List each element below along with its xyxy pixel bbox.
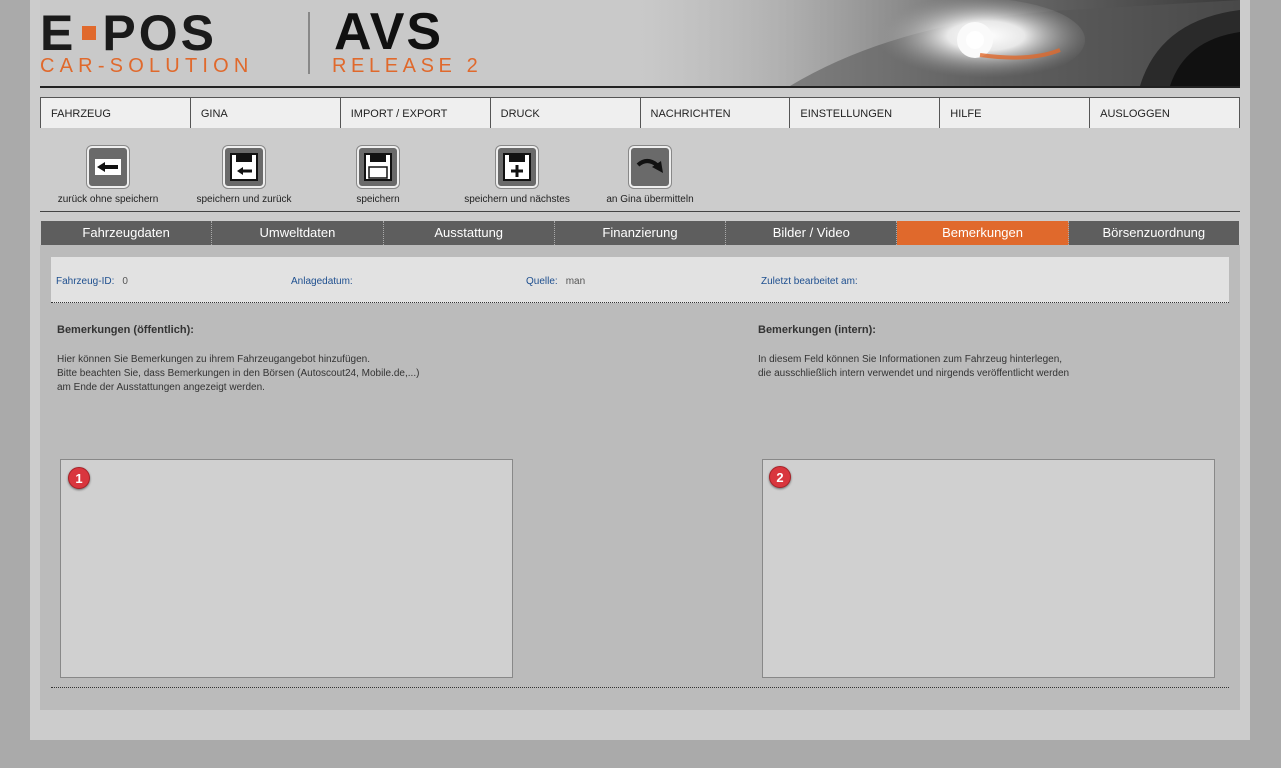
logo-subtitle-left: CAR-SOLUTION — [40, 55, 254, 77]
last-edited-info: Zuletzt bearbeitet am: — [761, 276, 858, 287]
back-without-save-button[interactable]: zurück ohne speichern — [46, 146, 170, 205]
tab-finanzierung[interactable]: Finanzierung — [554, 221, 727, 245]
save-and-back-button[interactable]: speichern und zurück — [184, 146, 304, 205]
public-remarks-description: Hier können Sie Bemerkungen zu ihrem Fah… — [57, 354, 420, 393]
floppy-plus-icon — [496, 146, 538, 188]
nav-item-ausloggen[interactable]: AUSLOGGEN — [1089, 98, 1240, 128]
source-info: Quelle: man — [526, 276, 586, 287]
logo-avs: AVS — [334, 3, 444, 61]
internal-remarks-title: Bemerkungen (intern): — [758, 324, 876, 336]
vehicle-info-bar: Fahrzeug-ID: 0 Anlagedatum: Quelle: man Zu… — [51, 257, 1229, 303]
marker-badge-2: 2 — [769, 466, 791, 488]
action-toolbar: zurück ohne speichern speichern und zurü… — [40, 146, 740, 210]
marker-badge-1: 1 — [68, 467, 90, 489]
internal-remarks-textarea[interactable] — [762, 459, 1215, 678]
car-headlight-image — [640, 0, 1240, 86]
nav-item-einstellungen[interactable]: EINSTELLUNGEN — [789, 98, 940, 128]
arrow-left-icon — [87, 146, 129, 188]
remarks-panel: Fahrzeug-ID: 0 Anlagedatum: Quelle: man Zu… — [40, 245, 1240, 710]
floppy-icon — [357, 146, 399, 188]
public-remarks-textarea[interactable] — [60, 459, 513, 678]
logo-subtitle-right: RELEASE 2 — [332, 55, 483, 77]
tab-fahrzeugdaten[interactable]: Fahrzeugdaten — [41, 221, 213, 245]
nav-item-import-export[interactable]: IMPORT / EXPORT — [339, 98, 490, 128]
save-button[interactable]: speichern — [328, 146, 428, 205]
nav-item-nachrichten[interactable]: NACHRICHTEN — [639, 98, 790, 128]
created-date-info: Anlagedatum: — [291, 276, 353, 287]
panel-bottom-divider — [51, 687, 1229, 688]
header-banner: E POS CAR-SOLUTION AVS RELEASE 2 — [40, 0, 1240, 86]
vehicle-id-info: Fahrzeug-ID: 0 — [56, 276, 128, 287]
curved-arrow-icon — [629, 146, 671, 188]
tab-boersenzuordnung[interactable]: Börsenzuordnung — [1068, 221, 1239, 245]
vehicle-tabs: Fahrzeugdaten Umweltdaten Ausstattung Fi… — [41, 221, 1239, 245]
internal-remarks-description: In diesem Feld können Sie Informationen … — [758, 354, 1070, 379]
tab-ausstattung[interactable]: Ausstattung — [383, 221, 555, 245]
logo-epos: E POS — [40, 5, 217, 61]
page: E POS CAR-SOLUTION AVS RELEASE 2 FAHRZEUG… — [30, 0, 1250, 740]
floppy-back-icon — [223, 146, 265, 188]
send-to-gina-button[interactable]: an Gina übermitteln — [596, 146, 704, 205]
nav-item-hilfe[interactable]: HILFE — [939, 98, 1090, 128]
main-nav: FAHRZEUG GINA IMPORT / EXPORT DRUCK NACH… — [40, 97, 1240, 128]
nav-item-fahrzeug[interactable]: FAHRZEUG — [40, 98, 190, 128]
logo-divider — [308, 12, 310, 74]
logo-dot — [82, 25, 97, 40]
public-remarks-title: Bemerkungen (öffentlich): — [57, 324, 194, 336]
nav-item-druck[interactable]: DRUCK — [489, 98, 640, 128]
toolbar-divider — [40, 211, 1240, 212]
tab-bemerkungen[interactable]: Bemerkungen — [897, 221, 1069, 245]
tab-bilder-video[interactable]: Bilder / Video — [726, 221, 898, 245]
tab-umweltdaten[interactable]: Umweltdaten — [212, 221, 384, 245]
nav-item-gina[interactable]: GINA — [189, 98, 340, 128]
header-divider — [40, 86, 1240, 88]
save-and-next-button[interactable]: speichern und nächstes — [454, 146, 580, 205]
